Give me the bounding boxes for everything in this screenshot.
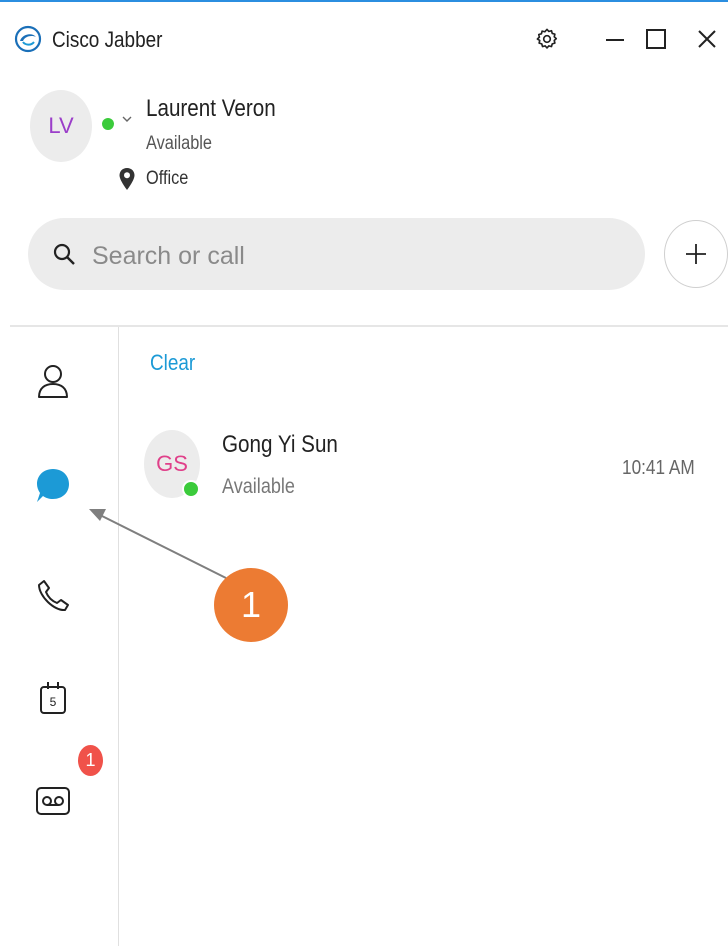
plus-icon [686,244,706,264]
search-input[interactable] [90,236,614,276]
clear-button[interactable]: Clear [150,350,203,376]
chevron-down-icon[interactable] [120,112,134,126]
calendar-day: 5 [50,695,57,709]
callout-number: 1 [214,568,288,642]
close-icon [698,30,716,48]
chat-list-item[interactable]: GS Gong Yi Sun Available 10:41 AM [130,415,728,515]
phone-icon [38,580,69,611]
voicemail-icon [36,787,70,815]
jabber-logo-icon [14,25,42,53]
maximize-button[interactable] [639,22,673,56]
app-title: Cisco Jabber [52,27,163,52]
user-status-text[interactable]: Available [146,133,223,155]
chat-bubble-icon [37,469,69,502]
calendar-icon: 5 [40,682,66,714]
close-button[interactable] [690,22,724,56]
window-top-border [0,0,728,2]
contact-status: Available [222,475,295,498]
user-location[interactable]: Office [146,168,195,190]
sidebar-item-contacts[interactable] [22,350,84,412]
gear-icon [536,28,558,49]
user-avatar[interactable]: LV [30,90,92,162]
location-pin-icon [119,168,135,190]
settings-button[interactable] [530,22,564,56]
add-button[interactable] [664,220,728,288]
contact-presence-dot [182,480,200,498]
search-icon [53,243,75,265]
sidebar-item-voicemail[interactable] [22,770,84,832]
square-icon [646,29,666,49]
sidebar-item-meetings[interactable]: 5 [22,667,84,729]
minimize-button[interactable] [598,22,632,56]
sidebar-item-chats[interactable] [22,455,84,517]
minus-icon [606,39,624,41]
contact-name: Gong Yi Sun [222,431,338,458]
presence-status-dot[interactable] [102,118,114,130]
chat-timestamp: 10:41 AM [622,457,695,479]
sidebar-divider [118,327,119,946]
voicemail-count-badge: 1 [78,745,103,776]
person-icon [38,365,68,398]
user-name: Laurent Veron [146,95,276,122]
sidebar-item-calls[interactable] [22,565,84,627]
